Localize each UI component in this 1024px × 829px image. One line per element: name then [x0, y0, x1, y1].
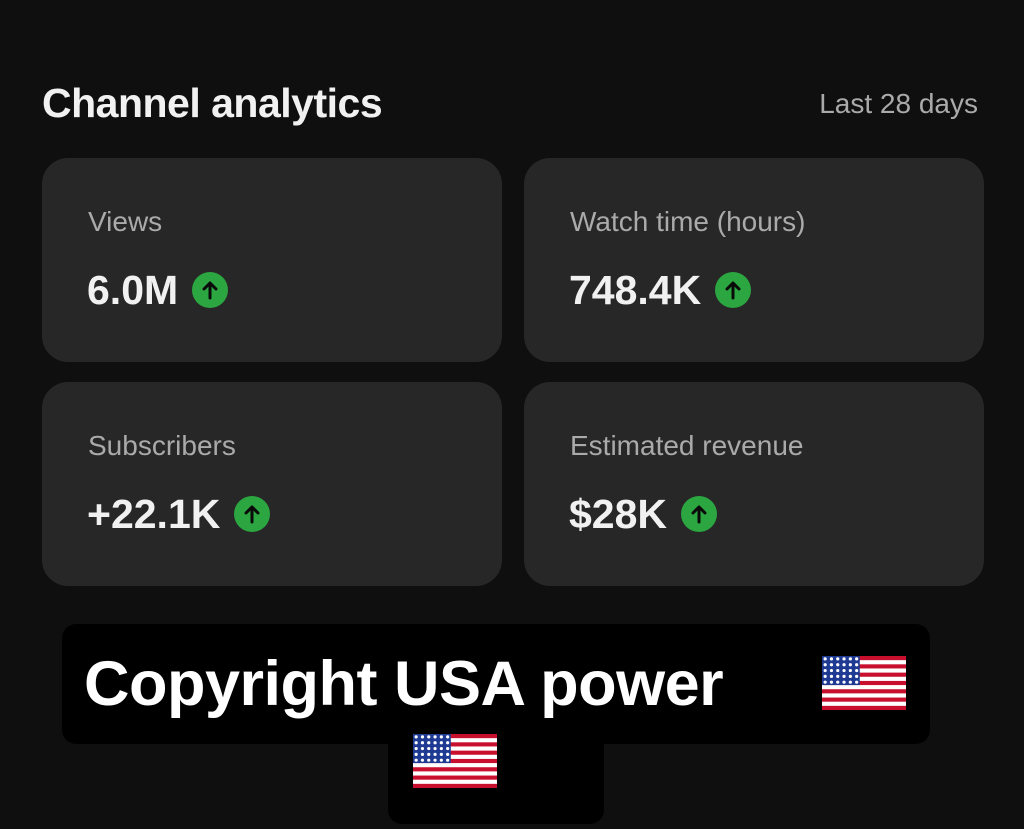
metric-card-revenue[interactable]: Estimated revenue $28K	[524, 382, 984, 586]
caption-text: Copyright USA power	[84, 649, 724, 719]
page-title: Channel analytics	[42, 80, 383, 126]
us-flag-icon	[822, 656, 906, 715]
metric-card-watch-time[interactable]: Watch time (hours) 748.4K	[524, 158, 984, 362]
metric-value-row: $28K	[569, 488, 718, 540]
metric-value-row: 748.4K	[569, 264, 752, 316]
metric-label: Estimated revenue	[570, 430, 804, 461]
trend-up-icon	[234, 496, 271, 532]
metric-value-row: +22.1K	[87, 488, 271, 540]
date-range-label[interactable]: Last 28 days	[819, 86, 978, 122]
metric-value: 6.0M	[87, 267, 179, 313]
trend-up-icon	[681, 496, 718, 532]
metric-value: 748.4K	[569, 267, 702, 313]
us-flag-icon	[413, 734, 497, 793]
metric-card-views[interactable]: Views 6.0M	[42, 158, 502, 362]
trend-up-icon	[715, 272, 752, 308]
metric-value-row: 6.0M	[87, 264, 229, 316]
metric-label: Watch time (hours)	[570, 206, 806, 237]
analytics-header: Channel analytics Last 28 days	[42, 76, 982, 136]
trend-up-icon	[192, 272, 229, 308]
metric-label: Subscribers	[88, 430, 236, 461]
metric-card-subscribers[interactable]: Subscribers +22.1K	[42, 382, 502, 586]
metric-value: $28K	[569, 491, 668, 537]
metric-value: +22.1K	[87, 491, 221, 537]
metric-label: Views	[88, 206, 163, 237]
